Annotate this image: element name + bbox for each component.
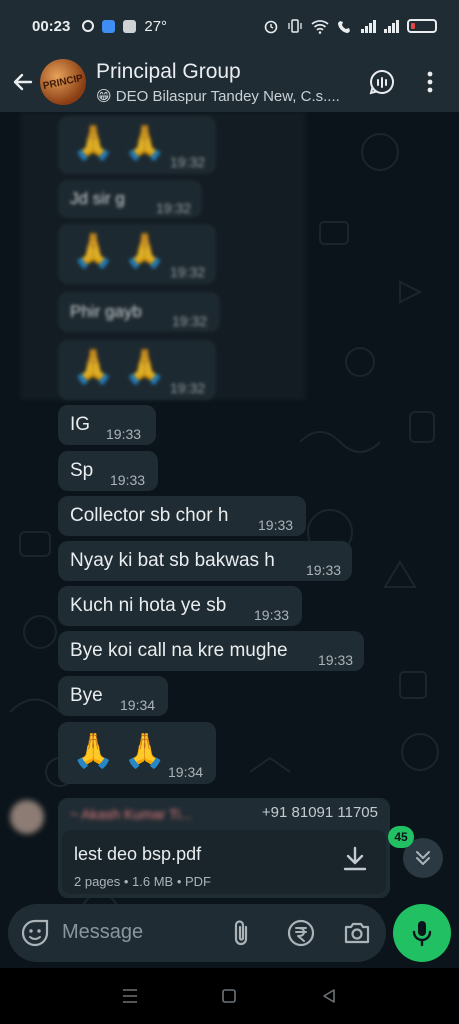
sticker-icon[interactable] [20,918,50,948]
rupee-icon[interactable] [286,918,316,948]
message-text: Phir gayb [70,302,142,321]
battery-level [411,23,415,29]
double-chevron-down-icon [416,851,430,865]
alarm-icon [264,20,278,34]
emoji-text: 🙏 🙏 [72,348,167,386]
square-icon [222,989,237,1003]
camera-icon[interactable] [342,918,372,948]
vibrate-icon [288,19,302,33]
status-time: 00:23 [32,17,71,35]
message-time: 19:33 [254,607,290,623]
message-time: 19:32 [170,154,206,170]
temperature: 27° [144,17,168,35]
message-text: IG [70,414,91,435]
download-icon[interactable] [340,844,370,874]
message-bubble[interactable]: Bye 19:34 [58,676,168,716]
message-time: 19:33 [306,562,342,578]
avatar-text: PRINCIP [42,72,84,92]
message-input-bar[interactable]: Message [8,904,386,962]
app-notification-icon [102,19,116,33]
emoji-text: 🙏 🙏 [72,232,167,270]
message-time: 19:33 [318,652,354,668]
volte-call-icon [338,20,350,33]
message-time: 19:34 [120,697,156,713]
home-button[interactable] [214,981,244,1011]
message-time: 19:32 [170,264,206,280]
message-notification-icon [123,19,137,33]
status-bar: 00:23 27° [0,0,459,52]
wifi-icon [311,19,329,34]
mic-button[interactable] [393,904,451,962]
signal-2-icon [384,19,399,33]
document-meta: 2 pages • 1.6 MB • PDF [74,874,211,889]
message-bubble[interactable]: 🙏 🙏 19:32 [58,340,216,400]
message-time: 19:32 [156,200,192,216]
whatsapp-notification-icon [82,20,95,32]
message-bubble[interactable]: Bye koi call na kre mughe 19:33 [58,631,364,671]
voice-chat-button[interactable] [362,62,402,102]
more-vert-icon [427,71,433,93]
message-bubble[interactable]: Kuch ni hota ye sb 19:33 [58,586,302,626]
message-bubble[interactable]: Nyay ki bat sb bakwas h 19:33 [58,541,352,581]
battery-icon [407,19,437,33]
emoji-text: 🙏 🙏 [72,732,167,770]
message-input[interactable]: Message [62,921,143,944]
status-right [263,18,437,34]
message-bubble[interactable]: Jd sir g 19:32 [58,180,202,218]
message-bubble[interactable]: IG 19:33 [58,405,156,445]
unread-count-badge: 45 [388,826,414,848]
message-time: 19:32 [170,380,206,396]
arrow-left-icon [13,73,33,91]
message-time: 19:34 [168,764,204,780]
message-bubble[interactable]: Collector sb chor h 19:33 [58,496,306,536]
signal-1-icon [361,19,376,33]
group-name: Principal Group [96,59,241,83]
triangle-back-icon [323,989,335,1003]
emoji-text: 🙏 🙏 [72,124,167,162]
message-time: 19:32 [172,313,208,329]
chat-area[interactable]: 🙏 🙏 19:32 Jd sir g 19:32 🙏 🙏 19:32 Phir … [0,112,459,968]
system-nav-bar [0,968,459,1024]
group-avatar[interactable]: PRINCIP [35,54,91,110]
group-members: 😁 DEO Bilaspur Tandey New, C.s.... [96,87,340,105]
sender-name[interactable]: ~ Akash Kumar Ti... [70,806,192,822]
group-info[interactable]: Principal Group 😁 DEO Bilaspur Tandey Ne… [96,60,354,105]
document-message[interactable]: ~ Akash Kumar Ti... +91 81091 11705 lest… [58,798,390,898]
message-text: Collector sb chor h [70,505,229,526]
message-bubble[interactable]: 🙏 🙏 19:32 [58,116,216,174]
message-text: Jd sir g [70,189,125,208]
recents-button[interactable] [115,981,145,1011]
message-text: Kuch ni hota ye sb [70,595,227,616]
message-text: Bye [70,685,103,706]
message-time: 19:33 [106,426,142,442]
message-time: 19:33 [258,517,294,533]
voice-chat-icon [369,69,394,95]
paperclip-icon[interactable] [228,918,256,948]
document-name: lest deo bsp.pdf [74,844,202,864]
message-bubble[interactable]: 🙏 🙏 19:32 [58,224,216,284]
menu-lines-icon [122,989,137,1003]
message-bubble[interactable]: 🙏 🙏 19:34 [58,722,216,784]
message-bubble[interactable]: Phir gayb 19:32 [58,292,220,332]
message-text: Bye koi call na kre mughe [70,640,288,661]
menu-button[interactable] [410,62,450,102]
chat-header: PRINCIP Principal Group 😁 DEO Bilaspur T… [0,52,459,112]
message-text: Sp [70,460,94,481]
mic-icon [412,921,432,947]
message-text: Nyay ki bat sb bakwas h [70,550,275,571]
message-bubble[interactable]: Sp 19:33 [58,451,158,491]
status-left: 00:23 27° [32,18,167,35]
back-button[interactable] [6,62,40,102]
document-card[interactable]: lest deo bsp.pdf 2 pages • 1.6 MB • PDF [62,830,386,894]
sender-avatar[interactable] [10,800,44,834]
message-time: 19:33 [110,472,146,488]
system-back-button[interactable] [314,981,344,1011]
sender-phone[interactable]: +91 81091 11705 [262,804,378,821]
